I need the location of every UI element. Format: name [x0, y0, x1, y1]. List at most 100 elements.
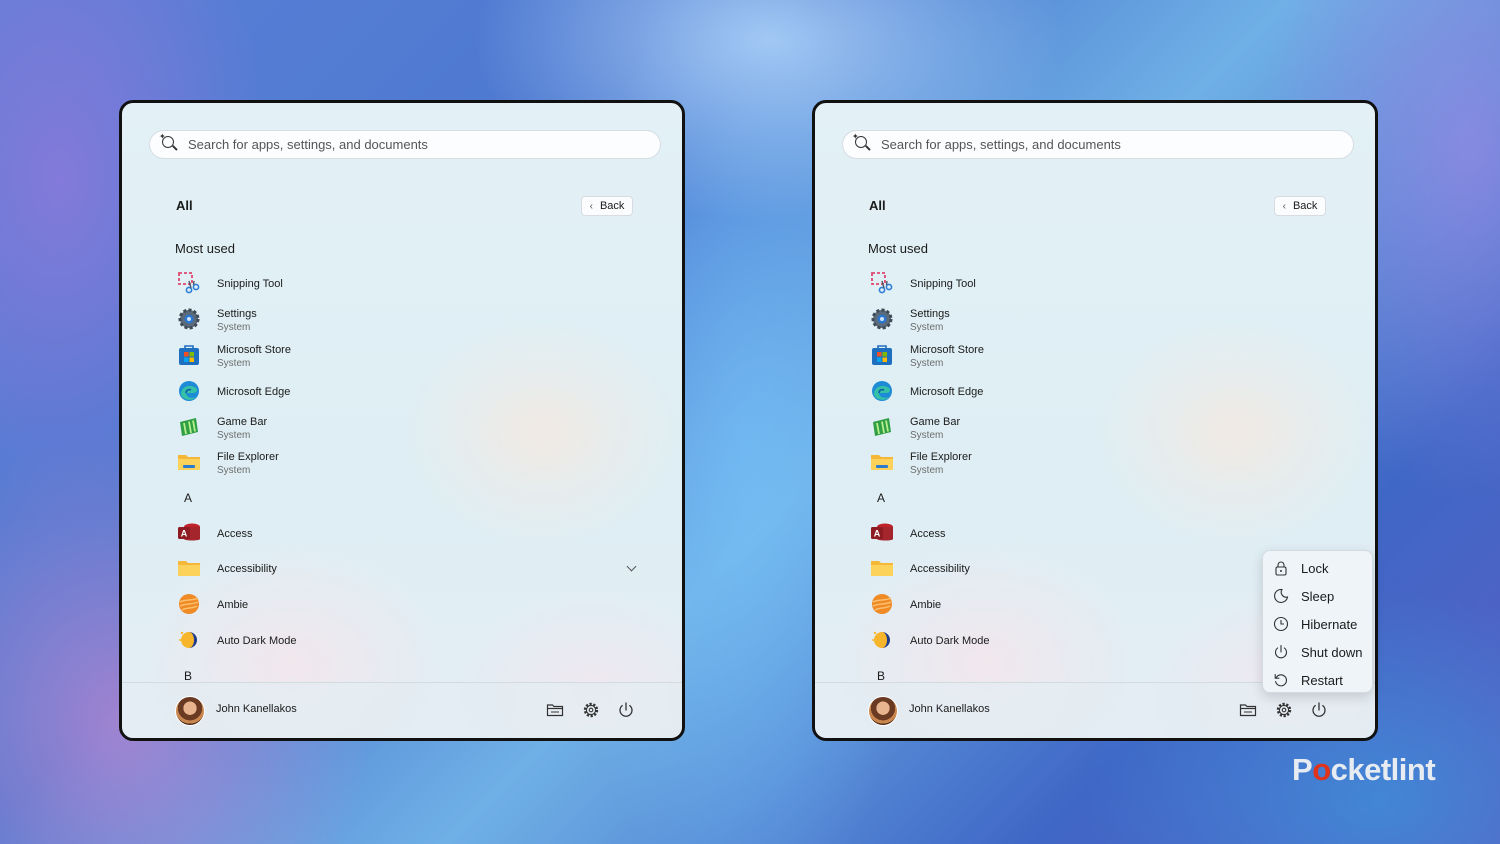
search-placeholder: Search for apps, settings, and documents: [881, 137, 1121, 152]
snipping-tool-icon: [871, 272, 893, 294]
app-item-microsoft-edge[interactable]: Microsoft Edge: [868, 374, 1338, 410]
start-footer: John Kanellakos: [122, 682, 682, 738]
power-menu-shut-down[interactable]: Shut down: [1273, 640, 1369, 664]
app-item-game-bar[interactable]: Game Bar System: [868, 410, 1338, 446]
edge-icon: [179, 381, 199, 401]
avatar[interactable]: [175, 696, 205, 726]
settings-icon[interactable]: [582, 701, 600, 719]
app-item-game-bar[interactable]: Game Bar System: [175, 410, 645, 446]
app-item-snipping-tool[interactable]: Snipping Tool: [868, 266, 1338, 302]
search-box[interactable]: ✦ Search for apps, settings, and documen…: [842, 130, 1354, 159]
app-item-access[interactable]: A Access: [868, 516, 1338, 552]
back-label: Back: [1292, 200, 1318, 212]
documents-folder-icon[interactable]: [1239, 701, 1257, 719]
app-item-access[interactable]: A Access: [175, 516, 645, 552]
hibernate-icon: [1273, 616, 1289, 632]
app-name: Settings: [910, 307, 950, 320]
app-name: Snipping Tool: [217, 278, 283, 290]
documents-folder-icon[interactable]: [546, 701, 564, 719]
app-name: Settings: [217, 307, 257, 320]
app-name: File Explorer: [910, 450, 972, 463]
ambie-icon: [179, 594, 199, 614]
chevron-down-icon[interactable]: [626, 561, 637, 572]
user-name[interactable]: John Kanellakos: [909, 703, 990, 715]
power-menu-sleep[interactable]: Sleep: [1273, 584, 1369, 608]
app-item-auto-dark-mode[interactable]: Auto Dark Mode: [175, 623, 645, 659]
app-category: System: [217, 321, 251, 333]
app-name: Microsoft Store: [217, 343, 291, 356]
letter-header-a[interactable]: A: [184, 491, 192, 505]
app-name: Snipping Tool: [910, 278, 976, 290]
app-item-file-explorer[interactable]: File Explorer System: [175, 445, 645, 481]
app-name: Access: [217, 528, 253, 540]
app-item-microsoft-store[interactable]: Microsoft Store System: [868, 338, 1338, 374]
access-icon: A: [178, 523, 200, 541]
restart-icon: [1274, 673, 1287, 687]
app-name: Microsoft Store: [910, 343, 984, 356]
app-name: Game Bar: [910, 415, 961, 428]
restart-label: Restart: [1301, 672, 1343, 688]
pocketlint-watermark: Pocketlint: [1292, 752, 1436, 788]
brand-text-start: P: [1292, 752, 1313, 787]
chevron-left-icon: ‹: [1282, 200, 1286, 212]
app-name: Accessibility: [217, 563, 277, 575]
app-category: System: [910, 429, 944, 441]
app-item-ambie[interactable]: Ambie: [175, 587, 645, 623]
file-explorer-icon: [178, 455, 200, 470]
ambie-icon: [872, 594, 892, 614]
app-name: Auto Dark Mode: [217, 635, 297, 647]
letter-header-a[interactable]: A: [877, 491, 885, 505]
start-menu-panel-left: ✦ Search for apps, settings, and documen…: [119, 100, 685, 741]
lock-label: Lock: [1301, 560, 1329, 576]
back-button[interactable]: ‹ Back: [1274, 196, 1326, 216]
sleep-label: Sleep: [1301, 588, 1335, 604]
app-category: System: [910, 464, 944, 476]
app-item-file-explorer[interactable]: File Explorer System: [868, 445, 1338, 481]
all-apps-title: All: [869, 198, 886, 213]
auto-dark-mode-icon: [872, 631, 890, 648]
svg-text:A: A: [874, 529, 881, 539]
power-menu-hibernate[interactable]: Hibernate: [1273, 612, 1369, 636]
settings-icon[interactable]: [1275, 701, 1293, 719]
search-box[interactable]: ✦ Search for apps, settings, and documen…: [149, 130, 661, 159]
avatar[interactable]: [868, 696, 898, 726]
lock-icon: [1275, 561, 1287, 576]
hibernate-label: Hibernate: [1301, 616, 1358, 632]
app-name: File Explorer: [217, 450, 279, 463]
back-button[interactable]: ‹ Back: [581, 196, 633, 216]
power-icon[interactable]: [617, 701, 635, 719]
game-bar-icon: [180, 418, 198, 436]
svg-text:A: A: [181, 529, 188, 539]
power-icon[interactable]: [1310, 701, 1328, 719]
search-icon: ✦: [852, 132, 873, 154]
section-most-used: Most used: [175, 241, 235, 256]
power-menu-restart[interactable]: Restart: [1273, 668, 1369, 692]
sleep-icon: [1274, 588, 1289, 603]
app-item-microsoft-edge[interactable]: Microsoft Edge: [175, 374, 645, 410]
letter-header-b[interactable]: B: [877, 669, 885, 683]
app-name: Microsoft Edge: [910, 386, 984, 398]
search-icon: ✦: [159, 132, 180, 154]
app-item-microsoft-store[interactable]: Microsoft Store System: [175, 338, 645, 374]
app-name: Microsoft Edge: [217, 386, 291, 398]
app-item-snipping-tool[interactable]: Snipping Tool: [175, 266, 645, 302]
app-category: System: [910, 357, 944, 369]
back-label: Back: [599, 200, 625, 212]
letter-header-b[interactable]: B: [184, 669, 192, 683]
app-item-accessibility[interactable]: Accessibility: [175, 551, 645, 587]
folder-icon: [871, 561, 893, 576]
settings-app-icon: [871, 308, 893, 330]
app-category: System: [217, 464, 251, 476]
app-name: Accessibility: [910, 563, 970, 575]
power-menu-lock[interactable]: Lock: [1273, 556, 1369, 580]
app-name: Auto Dark Mode: [910, 635, 990, 647]
microsoft-store-icon: [872, 345, 892, 365]
settings-app-icon: [178, 308, 200, 330]
user-name[interactable]: John Kanellakos: [216, 703, 297, 715]
auto-dark-mode-icon: [179, 631, 197, 648]
app-item-settings[interactable]: Settings System: [175, 302, 645, 338]
microsoft-store-icon: [179, 345, 199, 365]
brand-text-o: o: [1312, 752, 1331, 787]
app-item-settings[interactable]: Settings System: [868, 302, 1338, 338]
app-category: System: [910, 321, 944, 333]
